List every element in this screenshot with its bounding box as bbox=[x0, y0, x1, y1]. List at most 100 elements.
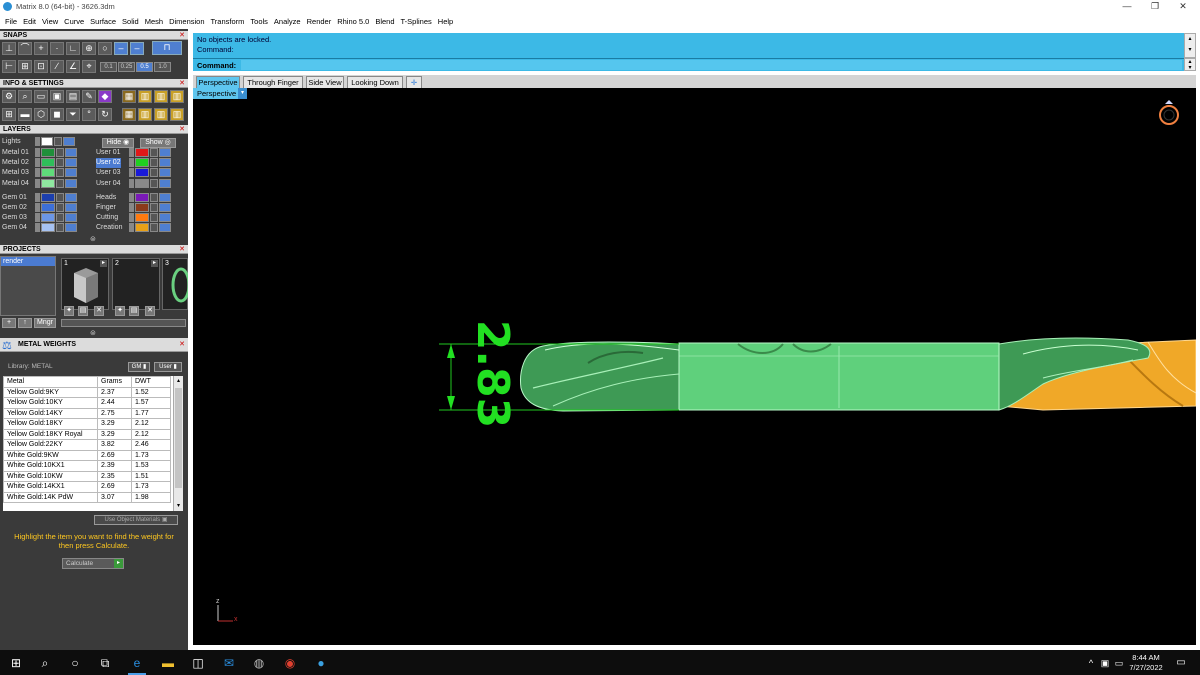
snap-knot-icon[interactable]: ⊞ bbox=[18, 60, 32, 73]
printer-icon[interactable]: ▭ bbox=[34, 90, 48, 103]
layer-visibility-toggle[interactable] bbox=[65, 223, 77, 233]
menu-render[interactable]: Render bbox=[304, 17, 335, 26]
layer-color-swatch[interactable] bbox=[41, 178, 55, 188]
chevron-down-icon[interactable]: ▾ bbox=[238, 88, 247, 99]
layer-row[interactable]: Finger bbox=[96, 203, 186, 213]
gem-icon[interactable]: ◆ bbox=[98, 90, 112, 103]
task-view-icon[interactable]: ⧉ bbox=[96, 654, 114, 672]
layer-color-swatch[interactable] bbox=[41, 192, 55, 202]
layer-lights-row[interactable]: Lights bbox=[2, 137, 92, 147]
layer-color-swatch[interactable] bbox=[41, 223, 55, 233]
menu-dimension[interactable]: Dimension bbox=[166, 17, 207, 26]
system-clock[interactable]: 8:44 AM 7/27/2022 bbox=[1126, 653, 1166, 673]
close-button[interactable]: ✕ bbox=[1169, 0, 1197, 14]
layers-expand-icon[interactable]: ⊜ bbox=[90, 235, 96, 243]
layer-expand-toggle[interactable] bbox=[35, 203, 40, 212]
layer-visibility-toggle[interactable] bbox=[159, 213, 171, 223]
scroll-thumb[interactable] bbox=[175, 388, 182, 488]
layer-color-swatch[interactable] bbox=[135, 158, 149, 168]
gm-button[interactable]: GM ▮ bbox=[128, 362, 150, 372]
layer-color-swatch[interactable] bbox=[135, 168, 149, 178]
snap-perp-icon[interactable]: ∟ bbox=[66, 42, 80, 55]
layer-visibility-toggle[interactable] bbox=[65, 168, 77, 178]
command-input[interactable] bbox=[241, 60, 1182, 70]
layer-row[interactable]: Creation bbox=[96, 223, 186, 233]
snap-end-icon[interactable]: ⊥ bbox=[2, 42, 16, 55]
menu-help[interactable]: Help bbox=[435, 17, 456, 26]
close-icon[interactable]: ✕ bbox=[179, 340, 185, 348]
scroll-up-icon[interactable]: ▴ bbox=[175, 377, 182, 385]
layer-row[interactable]: Metal 02 bbox=[2, 158, 92, 168]
tab-perspective[interactable]: Perspective bbox=[196, 76, 240, 88]
rotate-icon[interactable]: ↻ bbox=[98, 108, 112, 121]
snap-value-025[interactable]: 0.25 bbox=[118, 62, 135, 72]
ring-view-icon[interactable] bbox=[1159, 100, 1179, 125]
lock-icon[interactable] bbox=[56, 223, 64, 233]
layer-row[interactable]: Gem 02 bbox=[2, 203, 92, 213]
table-row[interactable]: Yellow Gold:14KY 2.75 1.77 bbox=[3, 407, 171, 419]
layer-expand-toggle[interactable] bbox=[35, 178, 40, 188]
col-dwt[interactable]: DWT bbox=[131, 376, 171, 388]
tool-g-icon[interactable]: ▥ bbox=[154, 108, 168, 121]
layer-color-swatch[interactable] bbox=[135, 192, 149, 202]
snap-planar-icon[interactable]: – bbox=[130, 42, 144, 55]
minimize-button[interactable]: — bbox=[1113, 0, 1141, 14]
tool-a-icon[interactable]: ▦ bbox=[122, 90, 136, 103]
layer-row[interactable]: Gem 03 bbox=[2, 213, 92, 223]
tool-b-icon[interactable]: ▥ bbox=[138, 90, 152, 103]
store-icon[interactable]: ◫ bbox=[189, 654, 207, 672]
snap-value-10[interactable]: 1.0 bbox=[154, 62, 171, 72]
layer-visibility-toggle[interactable] bbox=[65, 158, 77, 168]
lock-icon[interactable] bbox=[150, 213, 158, 223]
object-icon[interactable]: ◼ bbox=[50, 108, 64, 121]
menu-transform[interactable]: Transform bbox=[208, 17, 248, 26]
user-button[interactable]: User ▮ bbox=[154, 362, 182, 372]
viewport-label-dropdown[interactable]: Perspective ▾ bbox=[193, 88, 247, 99]
cube-icon[interactable]: ⬡ bbox=[34, 108, 48, 121]
snap-grid-toggle[interactable]: ⊓ bbox=[152, 41, 182, 55]
col-grams[interactable]: Grams bbox=[97, 376, 132, 388]
snap-value-01[interactable]: 0.1 bbox=[100, 62, 117, 72]
layer-visibility-toggle[interactable] bbox=[159, 158, 171, 168]
project-save-icon-2[interactable]: ▤ bbox=[129, 306, 139, 316]
snap-angle-icon[interactable]: ∠ bbox=[66, 60, 80, 73]
snap-value-05[interactable]: 0.5 bbox=[136, 62, 153, 72]
tool-d-icon[interactable]: ▥ bbox=[170, 90, 184, 103]
layer-visibility-toggle[interactable] bbox=[159, 178, 171, 188]
layer-color-swatch[interactable] bbox=[41, 148, 55, 157]
snap-point-icon[interactable]: + bbox=[34, 42, 48, 55]
layer-row[interactable]: Gem 04 bbox=[2, 223, 92, 233]
lock-icon[interactable] bbox=[56, 158, 64, 168]
tab-looking-down[interactable]: Looking Down bbox=[347, 76, 403, 88]
scroll-down-icon[interactable]: ▾ bbox=[175, 502, 182, 510]
close-icon[interactable]: ✕ bbox=[179, 125, 185, 134]
layer-row[interactable]: Cutting bbox=[96, 213, 186, 223]
lock-icon[interactable] bbox=[150, 148, 158, 157]
table-row[interactable]: White Gold:14KX1 2.69 1.73 bbox=[3, 481, 171, 493]
menu-blend[interactable]: Blend bbox=[372, 17, 397, 26]
menu-mesh[interactable]: Mesh bbox=[142, 17, 166, 26]
lock-icon[interactable] bbox=[150, 192, 158, 202]
thumbnail-arrow-icon[interactable]: ▸ bbox=[151, 260, 158, 267]
project-plus-button[interactable]: + bbox=[2, 318, 16, 328]
snap-project-icon[interactable]: ⌖ bbox=[82, 60, 96, 73]
project-delete-icon[interactable]: ✕ bbox=[94, 306, 104, 316]
layer-color-swatch[interactable] bbox=[41, 158, 55, 168]
lock-icon[interactable] bbox=[56, 168, 64, 178]
layer-color-swatch[interactable] bbox=[41, 213, 55, 223]
project-item-render[interactable]: render bbox=[1, 257, 55, 266]
table-row[interactable]: Yellow Gold:22KY 3.82 2.46 bbox=[3, 439, 171, 451]
menu-tsplines[interactable]: T-Splines bbox=[398, 17, 435, 26]
layer-visibility-toggle[interactable] bbox=[159, 168, 171, 178]
rhino-icon[interactable]: ◍ bbox=[250, 654, 268, 672]
project-add-icon-2[interactable]: ✦ bbox=[115, 306, 125, 316]
settings-icon[interactable]: ⚙ bbox=[2, 90, 16, 103]
layer-expand-toggle[interactable] bbox=[129, 148, 134, 157]
snap-vertex-icon[interactable]: ⊡ bbox=[34, 60, 48, 73]
close-icon[interactable]: ✕ bbox=[179, 245, 185, 254]
project-thumbnail-2[interactable]: 2 ▸ bbox=[112, 258, 160, 310]
layer-visibility-toggle[interactable] bbox=[159, 192, 171, 202]
project-save-icon[interactable]: ▤ bbox=[78, 306, 88, 316]
table-row[interactable]: White Gold:9KW 2.69 1.73 bbox=[3, 449, 171, 461]
layer-expand-toggle[interactable] bbox=[35, 148, 40, 157]
